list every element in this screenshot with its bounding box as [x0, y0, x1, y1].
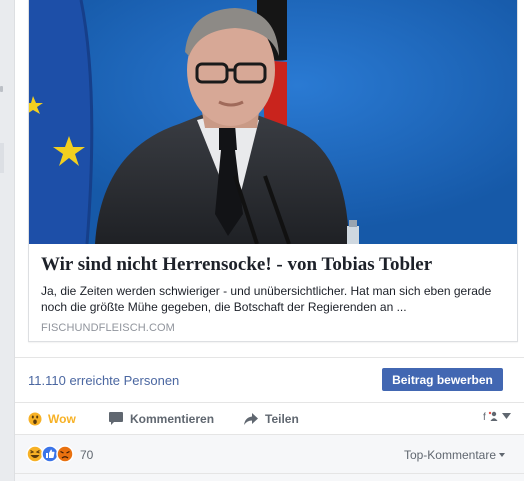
- share-icon: [243, 412, 259, 426]
- wow-reaction-button[interactable]: Wow: [28, 403, 76, 434]
- sort-label: Top-Kommentare: [403, 448, 496, 462]
- link-thumbnail[interactable]: [29, 0, 517, 244]
- angry-reaction-icon: [56, 445, 74, 463]
- reaction-icons[interactable]: [26, 445, 74, 463]
- divider: [15, 357, 524, 358]
- reactions-summary: 70 Top-Kommentare: [15, 435, 524, 481]
- link-title[interactable]: Wir sind nicht Herrensocke! - von Tobias…: [41, 254, 511, 276]
- comment-label: Kommentieren: [130, 411, 215, 426]
- share-button[interactable]: Teilen: [243, 403, 299, 434]
- comment-sort-dropdown[interactable]: Top-Kommentare: [404, 448, 505, 462]
- share-label: Teilen: [265, 411, 299, 426]
- sidebar-fragment: [0, 143, 4, 173]
- reaction-count[interactable]: 70: [80, 448, 93, 462]
- boost-post-button[interactable]: Beitrag bewerben: [382, 368, 503, 391]
- comment-icon: [108, 411, 124, 426]
- left-sidebar-edge: [0, 0, 12, 481]
- caret-down-icon: [499, 453, 505, 457]
- comment-button[interactable]: Kommentieren: [108, 403, 214, 434]
- action-bar: Wow Kommentieren Teilen f: [15, 403, 524, 434]
- wow-label: Wow: [48, 411, 76, 426]
- link-description: Ja, die Zeiten werden schwieriger - und …: [41, 284, 492, 314]
- post-card: Wir sind nicht Herrensocke! - von Tobias…: [14, 0, 524, 481]
- link-preview[interactable]: Wir sind nicht Herrensocke! - von Tobias…: [28, 0, 518, 342]
- link-domain: FISCHUNDFLEISCH.COM: [41, 322, 175, 334]
- caret-down-icon: [502, 413, 511, 419]
- reach-insight-link[interactable]: 11.110 erreichte Personen: [28, 373, 179, 388]
- wow-icon: [28, 412, 42, 426]
- svg-text:f: f: [483, 412, 486, 422]
- divider: [15, 473, 524, 474]
- audience-icon: f: [483, 411, 498, 422]
- thumbnail-image: [29, 0, 517, 244]
- audience-selector[interactable]: f: [483, 410, 511, 422]
- sidebar-fragment: [0, 86, 3, 92]
